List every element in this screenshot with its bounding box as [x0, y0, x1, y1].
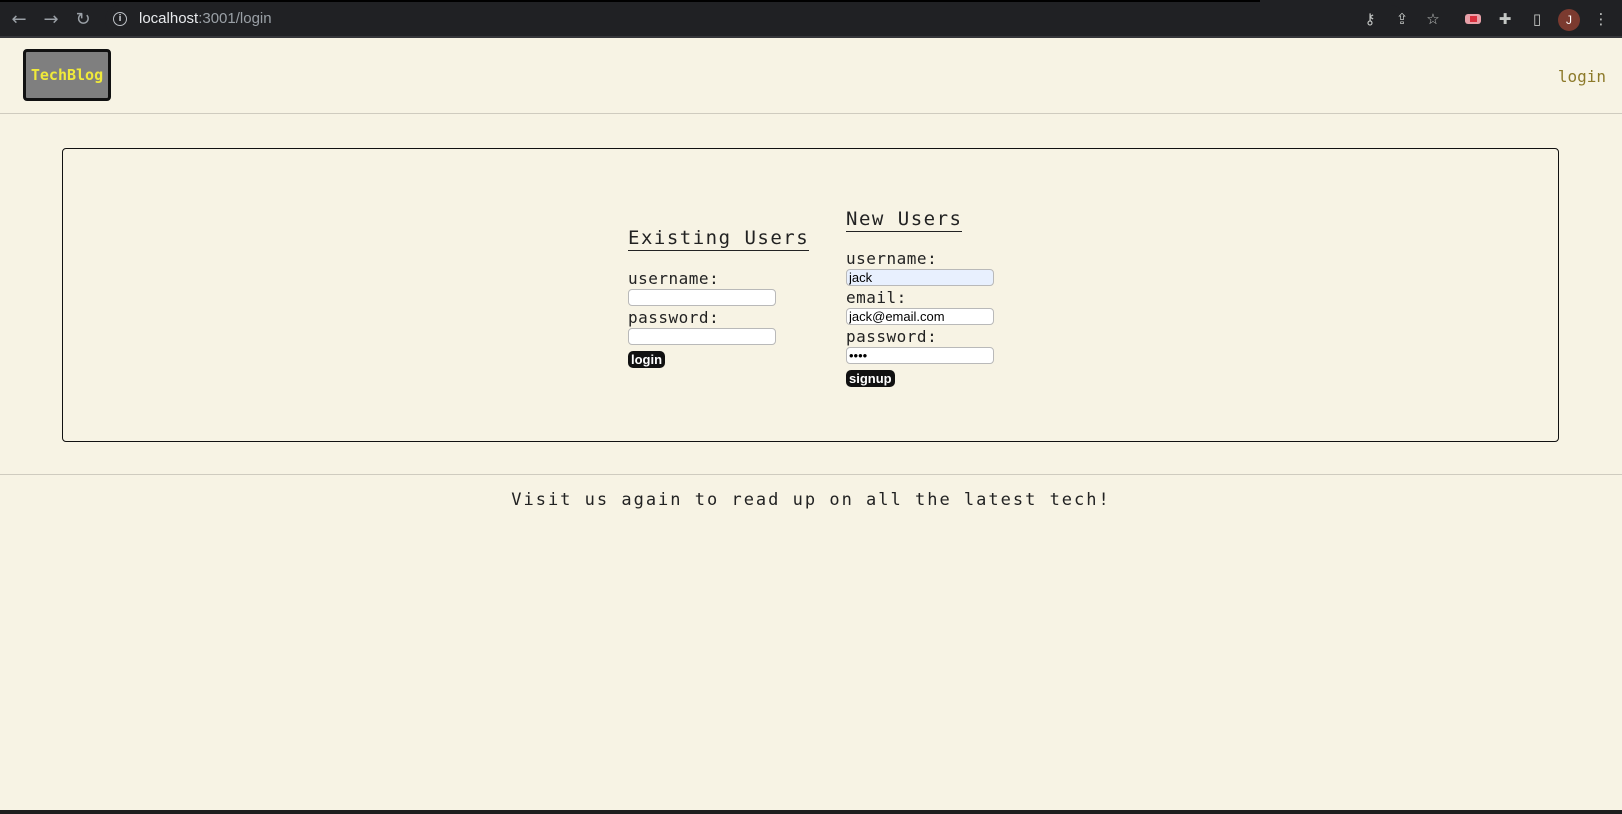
share-icon[interactable]: ⇪ [1391, 8, 1413, 30]
extension-icon[interactable] [1465, 14, 1481, 24]
login-button[interactable]: login [628, 351, 666, 368]
signup-button[interactable]: signup [846, 370, 895, 387]
back-arrow-icon[interactable]: ← [8, 9, 30, 31]
footer-message: Visit us again to read up on all the lat… [511, 490, 1111, 510]
signup-email-input[interactable] [846, 308, 994, 325]
footer-divider [0, 474, 1622, 475]
url-host: localhost [139, 10, 199, 27]
url-path: :3001/login [198, 10, 272, 27]
puzzle-icon[interactable]: ✚ [1494, 8, 1516, 30]
side-panel-icon[interactable]: ▯ [1526, 8, 1548, 30]
signup-email-label: email: [846, 288, 907, 307]
signup-username-input[interactable] [846, 269, 994, 286]
login-username-input[interactable] [628, 289, 776, 306]
avatar[interactable]: J [1558, 9, 1580, 31]
site-header: TechBlog login [0, 38, 1622, 114]
login-username-label: username: [628, 269, 720, 288]
info-icon[interactable]: i [113, 12, 127, 26]
login-card [62, 148, 1559, 442]
key-icon[interactable]: ⚷ [1359, 8, 1381, 30]
window-bottom-edge [0, 810, 1622, 814]
tab-strip-edge [0, 0, 1260, 2]
browser-toolbar: ← → ↻ i localhost:3001/login ⚷ ⇪ ☆ ✚ ▯ J… [0, 0, 1622, 38]
header-login-link[interactable]: login [1558, 67, 1606, 86]
login-password-input[interactable] [628, 328, 776, 345]
login-password-label: password: [628, 308, 720, 327]
existing-users-title: Existing Users [628, 227, 810, 251]
signup-password-label: password: [846, 327, 938, 346]
login-form: Existing Users username: password: login [628, 227, 810, 368]
logo-techblog[interactable]: TechBlog [23, 49, 111, 101]
star-icon[interactable]: ☆ [1422, 8, 1444, 30]
signup-username-label: username: [846, 249, 938, 268]
reload-icon[interactable]: ↻ [72, 9, 94, 31]
signup-form: New Users username: email: password: sig… [846, 208, 994, 387]
new-users-title: New Users [846, 208, 963, 232]
signup-password-input[interactable] [846, 347, 994, 364]
url-text[interactable]: localhost:3001/login [139, 10, 272, 27]
more-vert-icon[interactable]: ⋮ [1590, 8, 1612, 30]
forward-arrow-icon[interactable]: → [40, 9, 62, 31]
address-bar[interactable] [105, 5, 1405, 35]
